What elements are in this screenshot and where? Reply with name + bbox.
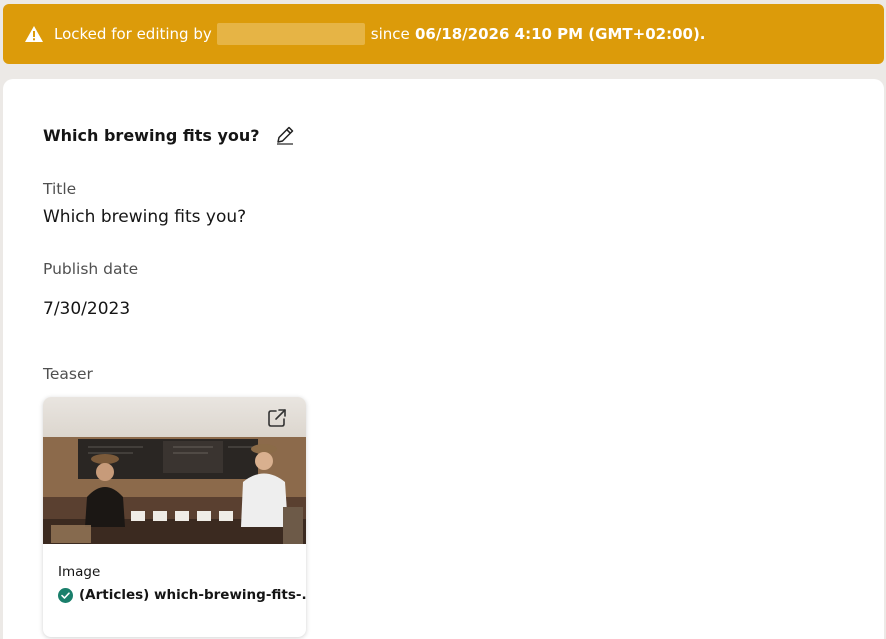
teaser-card-header xyxy=(43,397,306,437)
teaser-label: Teaser xyxy=(43,365,93,383)
teaser-image xyxy=(43,437,306,544)
title-value: Which brewing fits you? xyxy=(43,207,247,227)
publish-date-value: 7/30/2023 xyxy=(43,299,131,319)
lock-banner: Locked for editing by since 06/18/2026 4… xyxy=(3,4,884,64)
check-circle-icon xyxy=(58,587,73,603)
lock-since-label: since xyxy=(370,25,410,43)
teaser-item-name: (Articles) which-brewing-fits-... xyxy=(79,587,306,603)
redacted-user-name xyxy=(216,23,365,45)
item-details-panel: Which brewing fits you? Title Which brew… xyxy=(3,79,884,639)
teaser-type: Image xyxy=(58,564,101,580)
external-link-icon[interactable] xyxy=(266,407,288,429)
teaser-card[interactable]: Image (Articles) which-brewing-fits-... xyxy=(43,397,306,637)
lock-timestamp: 06/18/2026 4:10 PM (GMT+02:00). xyxy=(414,25,706,43)
lock-since: since 06/18/2026 4:10 PM (GMT+02:00). xyxy=(371,25,706,43)
lock-message-prefix: Locked for editing by xyxy=(54,25,212,43)
item-heading: Which brewing fits you? xyxy=(43,124,296,146)
teaser-meta: Image (Articles) which-brewing-fits-... xyxy=(43,544,306,603)
item-heading-text: Which brewing fits you? xyxy=(43,125,260,145)
pencil-icon[interactable] xyxy=(274,124,296,146)
publish-date-label: Publish date xyxy=(43,260,139,278)
title-label: Title xyxy=(43,180,77,198)
teaser-item[interactable]: (Articles) which-brewing-fits-... xyxy=(58,587,306,603)
warning-icon xyxy=(24,25,44,43)
